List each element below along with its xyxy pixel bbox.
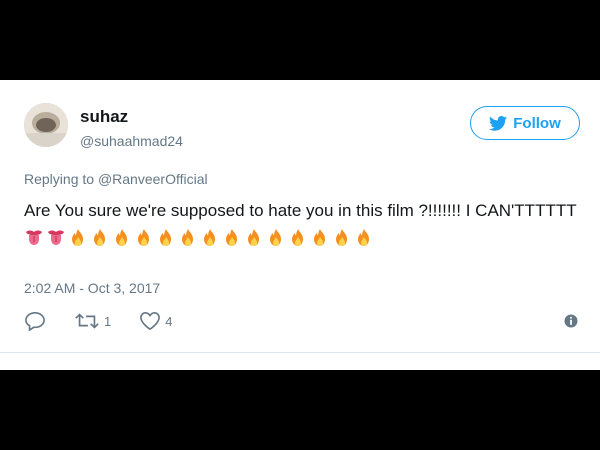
twitter-bird-icon bbox=[489, 115, 508, 131]
avatar[interactable] bbox=[24, 103, 68, 147]
follow-button[interactable]: Follow bbox=[470, 106, 580, 140]
fire-emoji-icon bbox=[226, 228, 237, 246]
info-button[interactable] bbox=[564, 314, 578, 333]
follow-label: Follow bbox=[513, 114, 561, 132]
fire-emoji-icon bbox=[116, 228, 127, 246]
info-icon bbox=[564, 314, 578, 328]
replying-to: Replying to @RanveerOfficial bbox=[24, 171, 208, 187]
fire-emoji-icon bbox=[72, 228, 83, 246]
user-display-name[interactable]: suhaz bbox=[80, 107, 128, 127]
replying-prefix: Replying to bbox=[24, 171, 98, 187]
like-button[interactable]: 4 bbox=[139, 311, 172, 331]
like-count: 4 bbox=[165, 313, 173, 329]
tweet-text-content: Are You sure we're supposed to hate you … bbox=[24, 201, 577, 220]
tweet-text: Are You sure we're supposed to hate you … bbox=[24, 198, 580, 250]
fire-emoji-icon bbox=[204, 228, 215, 246]
tongue-emoji-icon bbox=[48, 230, 64, 245]
retweet-count: 1 bbox=[104, 313, 112, 329]
fire-emoji-icon bbox=[270, 228, 281, 246]
fire-emoji-icon bbox=[94, 228, 105, 246]
fire-emoji-icon bbox=[182, 228, 193, 246]
fire-emoji-icon bbox=[248, 228, 259, 246]
tongue-emoji-icon bbox=[26, 230, 42, 245]
divider bbox=[0, 352, 600, 353]
emoji-sequence bbox=[24, 228, 374, 248]
fire-emoji-icon bbox=[138, 228, 149, 246]
fire-emoji-icon bbox=[314, 228, 325, 246]
tweet-timestamp[interactable]: 2:02 AM - Oct 3, 2017 bbox=[24, 280, 160, 296]
fire-emoji-icon bbox=[358, 228, 369, 246]
reply-icon bbox=[25, 311, 45, 331]
heart-icon bbox=[140, 311, 161, 331]
retweet-button[interactable]: 1 bbox=[74, 311, 111, 331]
user-handle[interactable]: @suhaahmad24 bbox=[80, 133, 183, 149]
fire-emoji-icon bbox=[292, 228, 303, 246]
tweet-actions: 1 4 bbox=[24, 309, 172, 333]
retweet-icon bbox=[75, 313, 99, 329]
replying-mention[interactable]: @RanveerOfficial bbox=[98, 171, 208, 187]
fire-emoji-icon bbox=[336, 228, 347, 246]
reply-button[interactable] bbox=[24, 311, 46, 331]
fire-emoji-icon bbox=[160, 228, 171, 246]
